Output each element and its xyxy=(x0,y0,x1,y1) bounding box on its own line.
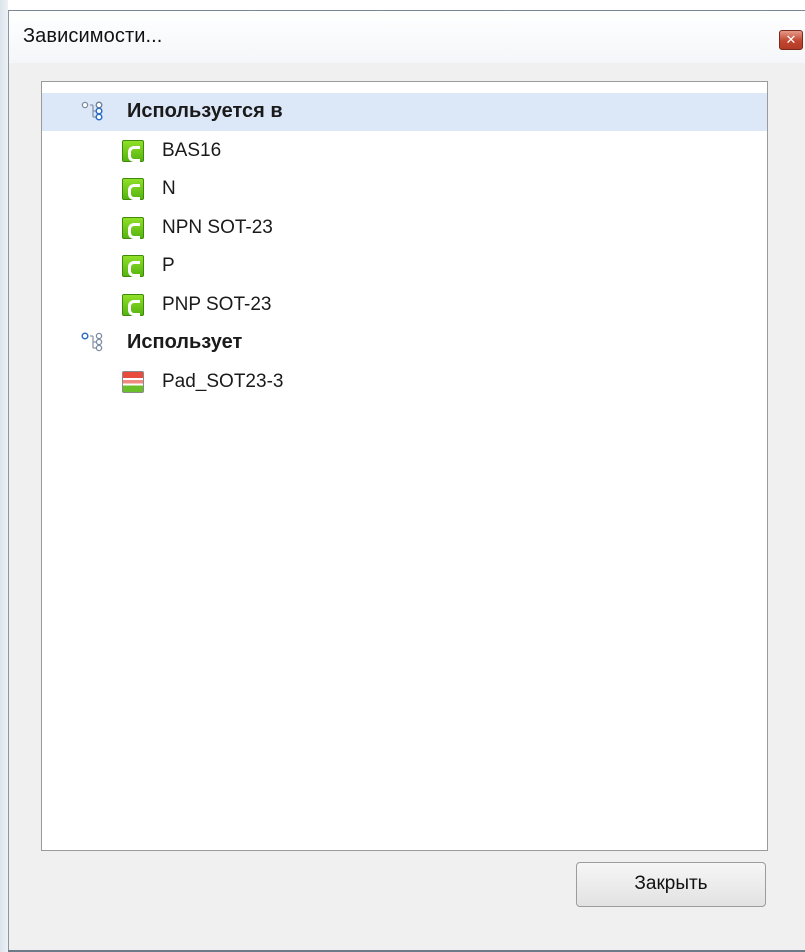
dependencies-tree[interactable]: Используется в BAS16 N NPN SOT-23 P PNP … xyxy=(41,81,768,851)
tree-item-label: BAS16 xyxy=(162,140,222,161)
tree-group-uses[interactable]: Использует xyxy=(42,324,767,362)
tree-item-label: Pad_SOT23-3 xyxy=(162,371,284,392)
tree-hierarchy-icon xyxy=(81,101,103,121)
tree-item-label: N xyxy=(162,178,176,199)
tree-group-used-in[interactable]: Используется в xyxy=(42,93,767,131)
tree-item[interactable]: Pad_SOT23-3 xyxy=(42,363,767,401)
title-bar[interactable]: Зависимости... ✕ xyxy=(9,11,805,63)
tree-item[interactable]: PNP SOT-23 xyxy=(42,286,767,324)
component-icon xyxy=(122,178,144,200)
close-button[interactable]: Закрыть xyxy=(576,862,766,907)
tree-item[interactable]: P xyxy=(42,247,767,285)
tree-item[interactable]: N xyxy=(42,170,767,208)
pad-stack-icon xyxy=(122,371,144,393)
tree-item-label: PNP SOT-23 xyxy=(162,294,272,315)
close-icon: ✕ xyxy=(785,32,797,47)
tree-group-label: Использует xyxy=(127,331,243,353)
close-window-button[interactable]: ✕ xyxy=(779,30,803,50)
window-shadow xyxy=(0,0,8,952)
tree-group-label: Используется в xyxy=(127,100,283,122)
dialog-title: Зависимости... xyxy=(23,25,163,47)
component-icon xyxy=(122,255,144,277)
component-icon xyxy=(122,294,144,316)
tree-item-label: NPN SOT-23 xyxy=(162,217,273,238)
component-icon xyxy=(122,217,144,239)
tree-item-label: P xyxy=(162,255,175,276)
tree-hierarchy-icon xyxy=(81,332,103,352)
component-icon xyxy=(122,140,144,162)
tree-item[interactable]: BAS16 xyxy=(42,132,767,170)
tree-item[interactable]: NPN SOT-23 xyxy=(42,209,767,247)
